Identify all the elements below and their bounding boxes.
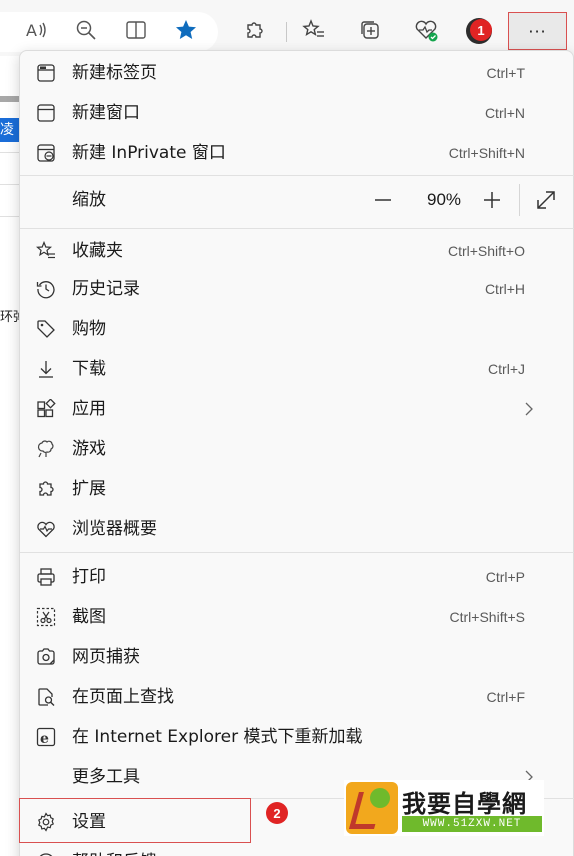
menu-item-history[interactable]: 历史记录 Ctrl+H bbox=[20, 269, 554, 309]
extensions-puzzle-icon bbox=[36, 479, 56, 499]
menu-item-shortcut: Ctrl+H bbox=[484, 281, 525, 297]
step-badge-2: 2 bbox=[266, 802, 288, 824]
menu-item-new-tab[interactable]: 新建标签页 Ctrl+T bbox=[20, 53, 554, 93]
toolbar-divider bbox=[286, 22, 287, 42]
menu-item-web-capture[interactable]: 网页捕获 bbox=[20, 637, 554, 677]
menu-item-shortcut: Ctrl+J bbox=[488, 361, 525, 377]
menu-separator bbox=[20, 552, 574, 553]
menu-item-label: 在页面上查找 bbox=[72, 687, 174, 707]
page-highlight-text: 凌 bbox=[0, 118, 19, 142]
menu-item-label: 购物 bbox=[72, 319, 106, 339]
heart-pulse-icon bbox=[36, 519, 56, 539]
menu-item-label: 游戏 bbox=[72, 439, 106, 459]
zoom-value: 90% bbox=[426, 190, 462, 209]
extensions-icon[interactable] bbox=[240, 16, 268, 44]
page-fragment-text: 环弹 bbox=[0, 310, 19, 325]
menu-item-label: 更多工具 bbox=[72, 767, 140, 787]
help-icon: ? bbox=[36, 852, 56, 856]
zoom-out-icon[interactable] bbox=[72, 16, 100, 44]
menu-item-games[interactable]: 游戏 bbox=[20, 429, 554, 469]
menu-item-shortcut: Ctrl+F bbox=[486, 689, 526, 705]
menu-item-extensions[interactable]: 扩展 bbox=[20, 469, 554, 509]
watermark-url: WWW.51ZXW.NET bbox=[402, 816, 542, 832]
favorites-icon bbox=[36, 241, 56, 261]
menu-item-label: 新建窗口 bbox=[72, 103, 140, 123]
new-tab-icon bbox=[36, 63, 56, 83]
games-icon bbox=[36, 439, 56, 459]
page-divider bbox=[0, 184, 20, 185]
menu-item-label: 新建标签页 bbox=[72, 63, 157, 83]
menu-item-browser-essentials[interactable]: 浏览器概要 bbox=[20, 509, 554, 549]
history-icon bbox=[36, 279, 56, 299]
menu-item-shortcut: Ctrl+P bbox=[485, 569, 525, 585]
favorite-star-icon[interactable] bbox=[172, 16, 200, 44]
menu-item-label: 历史记录 bbox=[72, 279, 140, 299]
menu-item-new-window[interactable]: 新建窗口 Ctrl+N bbox=[20, 93, 554, 133]
menu-item-print[interactable]: 打印 Ctrl+P bbox=[20, 557, 554, 597]
zoom-out-button[interactable] bbox=[368, 180, 398, 220]
menu-item-label: 在 Internet Explorer 模式下重新加载 bbox=[72, 727, 363, 747]
menu-item-shortcut: Ctrl+Shift+O bbox=[447, 243, 525, 259]
menu-item-shopping[interactable]: 购物 bbox=[20, 309, 554, 349]
page-divider bbox=[0, 152, 20, 153]
menu-separator bbox=[20, 175, 574, 176]
chevron-right-icon bbox=[522, 402, 536, 416]
apps-icon bbox=[36, 399, 56, 419]
menu-item-apps[interactable]: 应用 bbox=[20, 389, 554, 429]
web-capture-icon bbox=[36, 647, 56, 667]
menu-item-shortcut: Ctrl+Shift+S bbox=[449, 609, 525, 625]
menu-item-label: 收藏夹 bbox=[72, 241, 123, 261]
shopping-tag-icon bbox=[36, 319, 56, 339]
inprivate-icon bbox=[36, 143, 56, 163]
menu-item-zoom: 缩放 bbox=[20, 180, 554, 220]
zoom-divider bbox=[519, 184, 520, 216]
zoom-label: 缩放 bbox=[72, 190, 106, 210]
menu-item-label: 扩展 bbox=[72, 479, 106, 499]
watermark-logo bbox=[346, 782, 398, 834]
menu-item-favorites[interactable]: 收藏夹 Ctrl+Shift+O bbox=[20, 231, 554, 271]
menu-item-shortcut: Ctrl+T bbox=[486, 65, 526, 81]
page-divider bbox=[0, 216, 20, 217]
menu-item-label: 新建 InPrivate 窗口 bbox=[72, 143, 226, 163]
svg-text:A: A bbox=[26, 21, 37, 40]
printer-icon bbox=[36, 567, 56, 587]
page-content-fragment: 凌 环弹 bbox=[0, 56, 20, 856]
browser-essentials-icon[interactable] bbox=[412, 16, 440, 44]
menu-separator bbox=[20, 228, 574, 229]
menu-item-downloads[interactable]: 下载 Ctrl+J bbox=[20, 349, 554, 389]
settings-and-more-button[interactable]: ··· bbox=[508, 12, 567, 50]
page-scroll-bar bbox=[0, 96, 20, 102]
svg-text:e: e bbox=[40, 731, 49, 747]
split-screen-icon[interactable] bbox=[122, 16, 150, 44]
step-badge-1: 1 bbox=[470, 19, 492, 41]
menu-item-find-on-page[interactable]: 在页面上查找 Ctrl+F bbox=[20, 677, 554, 717]
collections-icon[interactable] bbox=[356, 16, 384, 44]
settings-highlight-box bbox=[19, 798, 251, 843]
watermark-title: 我要自學網 bbox=[402, 789, 527, 818]
menu-item-label: 应用 bbox=[72, 399, 106, 419]
scissors-icon bbox=[36, 607, 56, 627]
site-watermark: 我要自學網 WWW.51ZXW.NET bbox=[344, 780, 544, 836]
menu-item-label: 帮助和反馈 bbox=[72, 842, 157, 856]
zoom-in-button[interactable] bbox=[477, 180, 507, 220]
read-aloud-icon[interactable]: A bbox=[22, 16, 50, 44]
menu-item-ie-mode[interactable]: e 在 Internet Explorer 模式下重新加载 bbox=[20, 717, 554, 757]
new-window-icon bbox=[36, 103, 56, 123]
find-page-icon bbox=[36, 687, 56, 707]
menu-item-label: 截图 bbox=[72, 607, 106, 627]
menu-item-label: 打印 bbox=[72, 567, 106, 587]
menu-item-screenshot[interactable]: 截图 Ctrl+Shift+S bbox=[20, 597, 554, 637]
menu-item-label: 浏览器概要 bbox=[72, 519, 157, 539]
download-icon bbox=[36, 359, 56, 379]
full-screen-icon[interactable] bbox=[534, 188, 558, 212]
menu-item-help-feedback[interactable]: ? 帮助和反馈 bbox=[20, 842, 554, 856]
menu-item-label: 网页捕获 bbox=[72, 647, 140, 667]
favorites-list-icon[interactable] bbox=[300, 16, 328, 44]
menu-item-new-inprivate-window[interactable]: 新建 InPrivate 窗口 Ctrl+Shift+N bbox=[20, 133, 554, 173]
menu-item-label: 下载 bbox=[72, 359, 106, 379]
more-dots-label: ··· bbox=[528, 21, 547, 41]
internet-explorer-icon: e bbox=[36, 727, 56, 747]
menu-item-shortcut: Ctrl+N bbox=[484, 105, 525, 121]
menu-item-shortcut: Ctrl+Shift+N bbox=[448, 145, 525, 161]
